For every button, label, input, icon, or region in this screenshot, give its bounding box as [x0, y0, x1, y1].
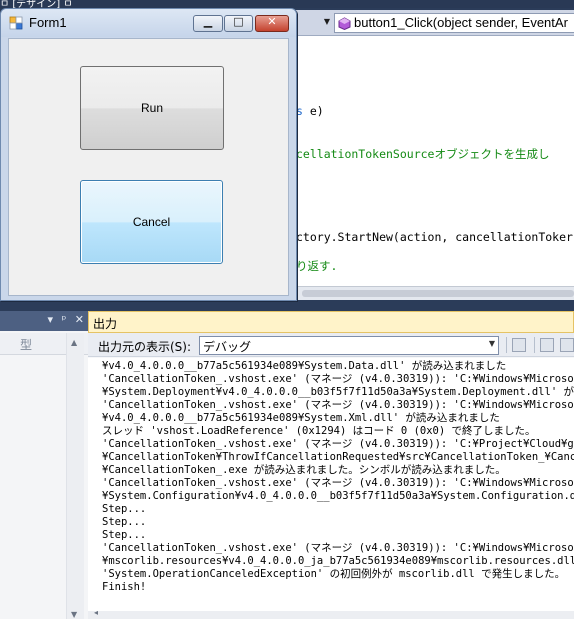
code-line: ctory.StartNew(action, cancellationToker	[296, 230, 573, 244]
goto-prev-message-icon[interactable]	[540, 338, 554, 352]
close-button[interactable]: ✕	[255, 15, 289, 32]
editor-horizontal-scrollbar[interactable]	[296, 286, 574, 300]
output-window: 出力 出力元の表示(S): デバッグ ▼ ¥v4.0_4.0.0.0__b77a…	[88, 311, 574, 619]
chevron-down-icon: ▼	[488, 339, 495, 348]
output-source-value: デバッグ	[203, 340, 252, 354]
output-line: ¥System.Configuration¥v4.0_4.0.0.0__b03f…	[102, 490, 574, 502]
close-icon[interactable]: ✕	[75, 313, 84, 326]
output-line: 'CancellationToken_.vshost.exe' (マネージ (v…	[102, 438, 574, 450]
output-line: Step...	[102, 503, 147, 515]
output-toolbar: 出力元の表示(S): デバッグ ▼	[88, 333, 574, 357]
code-text: e)	[302, 104, 324, 118]
output-line: 'System.OperationCanceledException' の初回例…	[102, 568, 566, 580]
scroll-up-icon[interactable]: ▲	[71, 338, 77, 347]
output-titlebar: 出力	[88, 311, 574, 333]
output-source-label: 出力元の表示(S):	[98, 340, 192, 354]
cancel-button[interactable]: Cancel	[80, 180, 223, 264]
output-line: 'CancellationToken_.vshost.exe' (マネージ (v…	[102, 399, 574, 411]
scroll-left-icon[interactable]: ◂	[94, 608, 98, 617]
minimize-icon: ▁	[203, 15, 213, 28]
scroll-thumb[interactable]	[302, 290, 574, 297]
run-button-label: Run	[140, 101, 163, 115]
output-line: スレッド 'vshost.LoadReference' (0x1294) はコー…	[102, 425, 536, 437]
output-line: ¥System.Deployment¥v4.0_4.0.0.0__b03f5f7…	[102, 386, 574, 398]
method-dropdown[interactable]: button1_Click(object sender, EventAr	[334, 13, 574, 33]
ide-top-strip: ㅁ [デザイン] ㅁ	[0, 0, 574, 10]
minimize-button[interactable]: ▁	[193, 15, 223, 32]
panel-splitter[interactable]	[0, 300, 574, 310]
code-editor[interactable]: s e) cellationTokenSourceオブジェクトを生成し ctor…	[296, 36, 574, 286]
tool-window-titlebar: ▾ ᵖ ✕	[0, 311, 88, 331]
maximize-button[interactable]: □	[224, 15, 253, 32]
form1-titlebar[interactable]: Form1 ▁ □ ✕	[1, 9, 296, 37]
form1-window: Form1 ▁ □ ✕ Run Cancel	[0, 8, 297, 301]
tool-window-left: ▾ ᵖ ✕ 型 ▲ ▼	[0, 311, 88, 619]
output-line: 'CancellationToken_.vshost.exe' (マネージ (v…	[102, 373, 574, 385]
goto-next-message-icon[interactable]	[560, 338, 574, 352]
code-comment-line: り返す.	[296, 259, 338, 273]
output-line: ¥v4.0_4.0.0.0__b77a5c561934e089¥System.X…	[102, 412, 500, 424]
type-dropdown-arrow[interactable]: ▼	[322, 15, 332, 29]
method-icon	[338, 17, 351, 30]
vertical-scrollbar[interactable]: ▲ ▼	[66, 333, 84, 619]
scroll-down-icon[interactable]: ▼	[71, 610, 77, 619]
close-icon: ✕	[267, 15, 277, 28]
code-line: s e)	[296, 104, 324, 118]
app-icon	[9, 16, 23, 30]
maximize-icon: □	[233, 15, 244, 28]
output-line: 'CancellationToken_.vshost.exe' (マネージ (v…	[102, 477, 574, 489]
output-line: 'CancellationToken_.vshost.exe' (マネージ (v…	[102, 542, 574, 554]
window-position-icon[interactable]: ▾	[48, 313, 54, 326]
code-navigation-bar: ▼ button1_Click(object sender, EventAr	[296, 10, 574, 36]
cancel-button-label: Cancel	[132, 215, 171, 229]
output-line: Step...	[102, 516, 147, 528]
output-source-select[interactable]: デバッグ ▼	[199, 336, 499, 355]
form1-title: Form1	[29, 15, 67, 30]
pin-icon[interactable]: ᵖ	[62, 313, 67, 326]
form1-client-area: Run Cancel	[8, 38, 289, 296]
output-line: Finish!	[102, 581, 147, 593]
toolbar-separator	[506, 337, 507, 353]
run-button[interactable]: Run	[80, 66, 224, 150]
output-title: 出力	[93, 317, 118, 331]
find-message-icon[interactable]	[512, 338, 526, 352]
output-line: ¥CancellationToken_.exe が読み込まれました。シンボルが読…	[102, 464, 506, 476]
toolbar-separator	[534, 337, 535, 353]
column-header-type[interactable]: 型	[20, 336, 32, 353]
method-dropdown-text: button1_Click(object sender, EventAr	[354, 15, 568, 30]
output-horizontal-scrollbar[interactable]: ◂	[88, 608, 574, 619]
output-text-area[interactable]: ¥v4.0_4.0.0.0__b77a5c561934e089¥System.D…	[88, 358, 574, 611]
output-line: Step...	[102, 529, 147, 541]
code-keyword: s	[296, 104, 303, 118]
output-line: ¥v4.0_4.0.0.0__b77a5c561934e089¥System.D…	[102, 360, 507, 372]
output-line: ¥mscorlib.resources¥v4.0_4.0.0.0_ja_b77a…	[102, 555, 574, 567]
output-line: ¥CancellationToken¥ThrowIfCancellationRe…	[102, 451, 574, 463]
code-comment-line: cellationTokenSourceオブジェクトを生成し	[296, 147, 550, 161]
